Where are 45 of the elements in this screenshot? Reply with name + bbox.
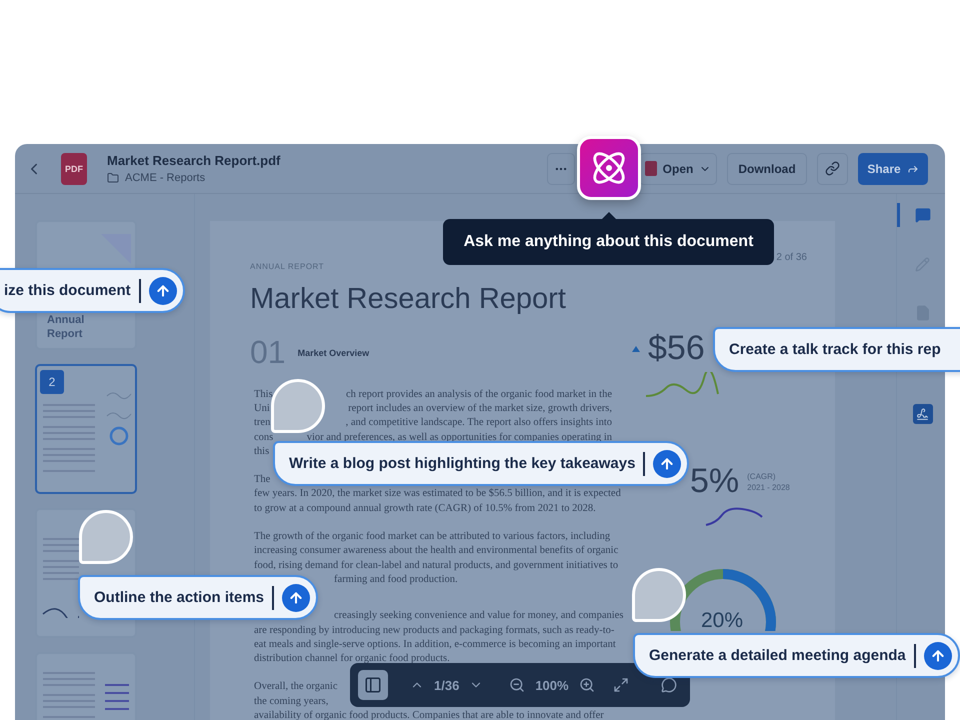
body-text-line: food, rising demand for clean-label and natural products, and government initiatives to [254, 560, 618, 571]
donut-label: 20% [701, 609, 744, 633]
body-text-line: farming and food production. [334, 574, 458, 585]
text-fragment: cons [254, 432, 274, 443]
body-text-line: , and competitive landscape. The report also offers insights into [346, 417, 612, 428]
body-text-line: ch report provides an analysis of the organic food market in the [346, 388, 612, 400]
body-text-line: creasingly seeking convenience and value for money, and companies [334, 610, 624, 622]
document-title: Market Research Report [250, 283, 567, 316]
body-text-line: The [254, 474, 270, 486]
folder-path: ACME - Reports [125, 172, 206, 184]
thumbnail-title: Annual [47, 313, 86, 327]
body-text-line: distribution channel for organic food products. [254, 653, 450, 664]
prompt-text: ize this document [4, 282, 131, 299]
body-text-line: are responding by introducing new products and packaging formats, such as ready-to- [254, 624, 614, 636]
body-text-line: Overall, the organic [254, 681, 338, 692]
text-fragment: tren [254, 417, 270, 428]
body-text-line: increasing consumer awareness about the health and environmental benefits of organic [254, 545, 618, 556]
body-text-line: The growth of the organic food market can be attributed to various factors, including [254, 531, 610, 542]
text-fragment: This [254, 388, 273, 400]
stat-note: (CAGR) [747, 472, 777, 480]
text-fragment: Uni [254, 402, 270, 414]
prompt-text: Generate a detailed meeting agenda [649, 647, 906, 664]
pdf-file-icon: PDF [61, 152, 87, 184]
assistant-tooltip: Ask me anything about this document [443, 219, 774, 265]
body-text-line: few years. In 2020, the market size was estimated to be $56.5 billion, and it is expected [254, 488, 621, 500]
prompt-text: Write a blog post highlighting the key takeaways [289, 455, 636, 472]
stat-value: 5% [690, 462, 740, 501]
body-text-line: vior and preferences, as well as opportunities for companies operating in [306, 432, 612, 443]
page-number-badge: 2 [40, 370, 64, 394]
body-text-line: to grow at a compound annual growth rate (CAGR) of 10.5% from 2021 to 2028. [254, 502, 596, 514]
thumbnail-title: Report [47, 327, 84, 341]
stat-value: $56 [648, 329, 705, 368]
stat-range: 2021 - 2028 [747, 482, 790, 492]
page-counter: 1/36 [434, 678, 460, 692]
body-text-line: availability of organic food products. Companies that are able to innovate and offer [254, 710, 604, 720]
body-text-line: report includes an overview of the market size, growth drivers, [348, 402, 612, 414]
prompt-text: Outline the action items [94, 589, 264, 606]
zoom-level: 100% [535, 678, 569, 692]
file-title: Market Research Report.pdf [107, 153, 280, 168]
body-text-line: this [254, 446, 270, 457]
body-text-line: eat meals and single-serve options. In addition, e-commerce is becoming an important [254, 638, 616, 650]
section-title: Market Overview [298, 348, 370, 358]
prompt-text: Create a talk track for this rep [729, 341, 941, 358]
page-indicator: 2 of 36 [776, 252, 807, 263]
body-text-line: the coming years, [254, 696, 328, 707]
